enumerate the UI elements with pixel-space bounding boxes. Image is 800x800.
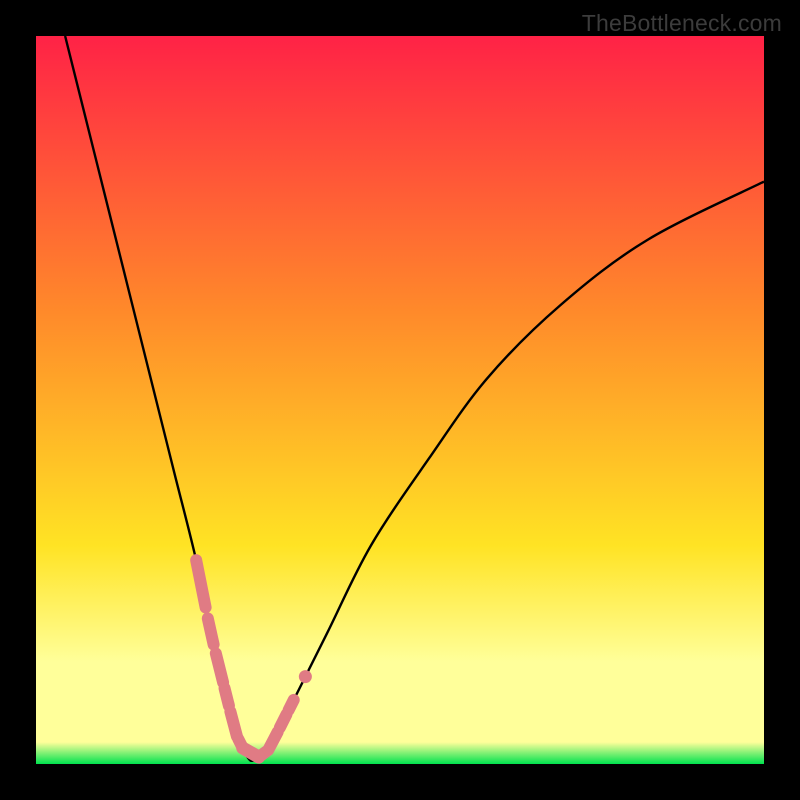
watermark-text: TheBottleneck.com — [582, 10, 782, 37]
marker-segment — [216, 653, 223, 682]
bottleneck-curve — [65, 36, 764, 761]
marker-segment — [243, 748, 259, 757]
curve-svg — [36, 36, 764, 764]
marker-segment — [230, 712, 237, 737]
marker-segment — [280, 714, 287, 727]
chart-stage: TheBottleneck.com — [0, 0, 800, 800]
marker-segment — [208, 618, 214, 644]
marker-dot — [299, 670, 312, 683]
marker-segment — [268, 732, 277, 750]
marker-clusters — [196, 560, 312, 757]
plot-area — [36, 36, 764, 764]
marker-segment — [289, 700, 294, 710]
marker-segment — [225, 688, 229, 705]
marker-segment — [196, 560, 205, 607]
